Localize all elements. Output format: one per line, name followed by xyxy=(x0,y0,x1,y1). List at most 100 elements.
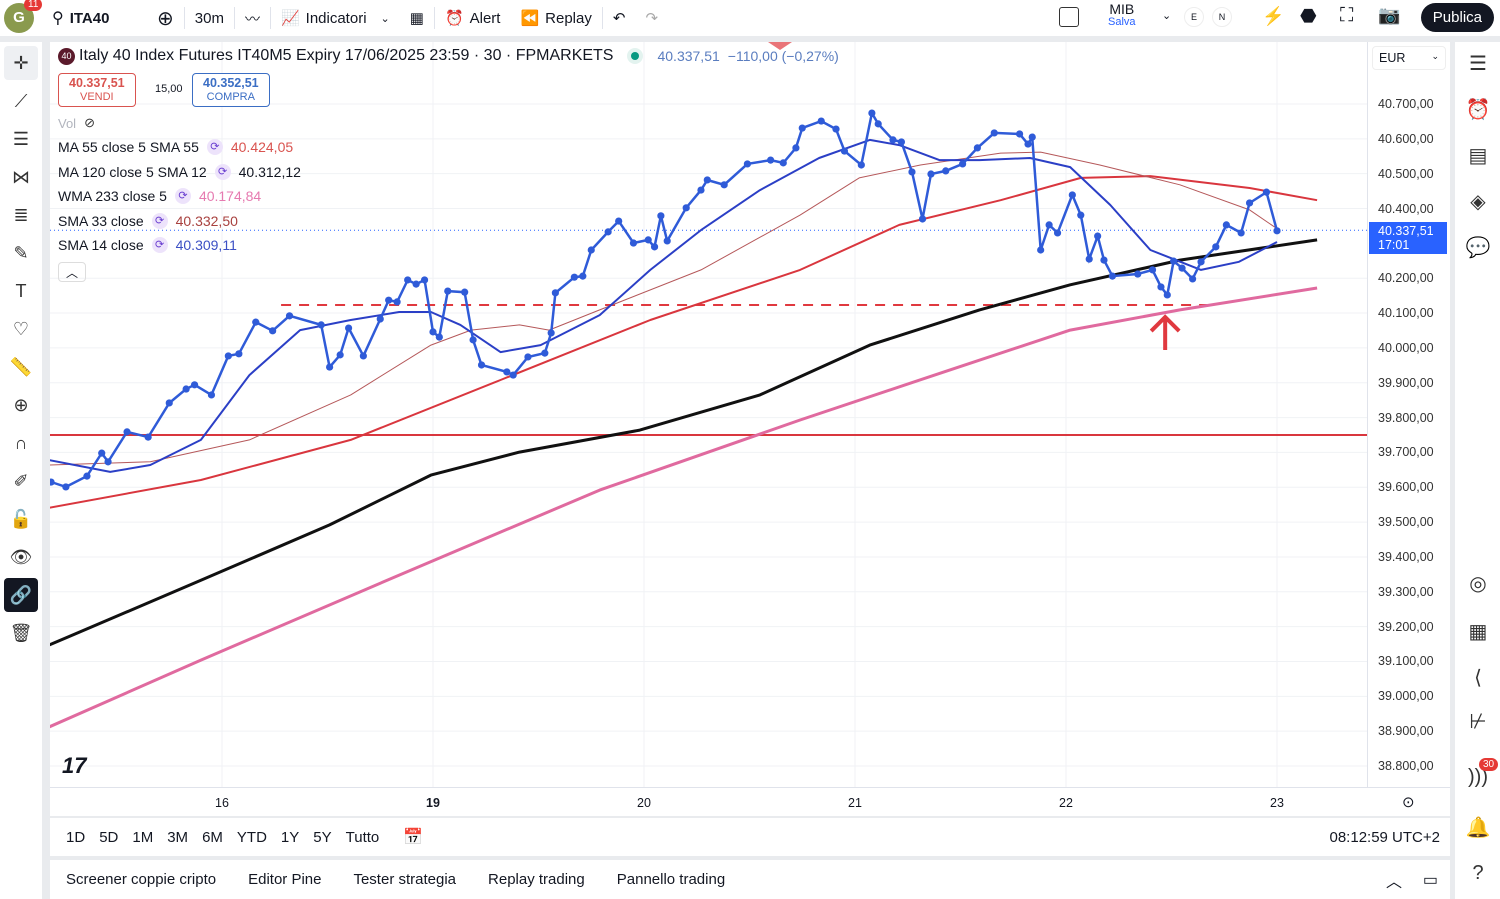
bottom-tab[interactable]: Pannello trading xyxy=(617,871,725,888)
layers-icon[interactable]: ◈ xyxy=(1463,186,1493,216)
layout-menu[interactable]: MIB Salva xyxy=(1108,2,1136,29)
axis-settings-icon[interactable]: ⊙ xyxy=(1402,793,1415,811)
crosshair-tool[interactable]: ✛ xyxy=(4,46,38,80)
lock-icon[interactable]: 🔓 xyxy=(4,502,38,536)
chart-pane[interactable]: 40 Italy 40 Index Futures IT40M5 Expiry … xyxy=(50,42,1367,787)
undo-button[interactable]: ↶ xyxy=(603,0,636,36)
price-point xyxy=(345,324,353,332)
price-point xyxy=(604,228,612,236)
news-plus-icon[interactable]: ▤ xyxy=(1463,140,1493,170)
refresh-icon[interactable]: ⟳ xyxy=(151,237,168,254)
refresh-icon[interactable]: ⟳ xyxy=(214,163,231,180)
strategy-icon[interactable]: ⟨ xyxy=(1463,662,1493,692)
price-axis[interactable]: EUR ⌄ 40.700,00 40.600,00 40.500,00 40.400,0… xyxy=(1367,42,1450,787)
bottom-tab[interactable]: Screener coppie cripto xyxy=(66,871,216,888)
buy-button[interactable]: 40.352,51 COMPRA xyxy=(192,73,270,107)
bottom-tab[interactable]: Replay trading xyxy=(488,871,585,888)
range-ytd[interactable]: YTD xyxy=(237,829,267,846)
quick-search-icon[interactable]: ⚡ xyxy=(1262,6,1284,27)
fullscreen-icon[interactable]: ⛶ xyxy=(1340,5,1353,27)
link-icon[interactable]: 🔗 xyxy=(4,578,38,612)
range-1m[interactable]: 1M xyxy=(132,829,153,846)
calendar-icon[interactable]: ▦ xyxy=(1463,616,1493,646)
time-tick: 19 xyxy=(426,796,440,810)
trash-icon[interactable]: 🗑 xyxy=(4,616,38,650)
replay-button[interactable]: ⏪ Replay xyxy=(510,0,601,36)
collapse-legend-button[interactable]: ︿ xyxy=(58,262,86,282)
buy-price: 40.352,51 xyxy=(203,76,259,90)
goto-date-icon[interactable]: 📅 xyxy=(403,827,423,847)
redo-icon: ↷ xyxy=(645,10,659,27)
indicators-button[interactable]: 📈 Indicatori ⌄ xyxy=(271,0,400,36)
brush-tool[interactable]: ✎ xyxy=(4,236,38,270)
redo-button[interactable]: ↷ xyxy=(635,0,668,36)
chart-type-button[interactable]: 〰 xyxy=(235,0,270,36)
range-6m[interactable]: 6M xyxy=(202,829,223,846)
bell-icon[interactable]: 🔔 xyxy=(1463,812,1493,842)
range-3m[interactable]: 3M xyxy=(167,829,188,846)
indicator-legend-row[interactable]: SMA 14 close ⟳ 40.309,11 xyxy=(58,237,237,254)
currency-select[interactable]: EUR ⌄ xyxy=(1372,46,1446,70)
chat-icon[interactable]: 💬 xyxy=(1463,232,1493,262)
prediction-tool[interactable]: ≣ xyxy=(4,198,38,232)
zoom-in-icon[interactable]: ⊕ xyxy=(4,388,38,422)
e-button[interactable]: E xyxy=(1184,7,1204,27)
refresh-icon[interactable]: ⟳ xyxy=(206,139,223,155)
camera-icon[interactable]: 📷 xyxy=(1378,5,1400,26)
watchlist-icon[interactable]: ☰ xyxy=(1463,48,1493,78)
bottom-tab[interactable]: Editor Pine xyxy=(248,871,321,888)
magnet-icon[interactable]: ∩ xyxy=(4,426,38,460)
refresh-icon[interactable]: ⟳ xyxy=(174,188,191,205)
target-icon[interactable]: ◎ xyxy=(1463,568,1493,598)
eye-off-icon[interactable]: ⊘ xyxy=(84,115,95,131)
pattern-tool[interactable]: ⋈ xyxy=(4,160,38,194)
publish-button[interactable]: Publica xyxy=(1420,3,1494,32)
chevron-down-icon[interactable]: ⌄ xyxy=(1162,9,1171,22)
clock[interactable]: 08:12:59 UTC+2 xyxy=(1330,829,1441,846)
ruler-icon[interactable]: 📏 xyxy=(4,350,38,384)
price-tick: 40.000,00 xyxy=(1378,340,1434,355)
range-1y[interactable]: 1Y xyxy=(281,829,299,846)
templates-button[interactable]: ▦ xyxy=(400,0,434,36)
text-tool[interactable]: T xyxy=(4,274,38,308)
indicators-icon: 📈 xyxy=(280,10,300,27)
trendline-tool[interactable]: ⟋ xyxy=(4,84,38,118)
alert-button[interactable]: ⏰ Alert xyxy=(435,0,511,36)
help-icon[interactable]: ? xyxy=(1463,858,1493,888)
expand-panel-icon[interactable]: ︿ xyxy=(1386,868,1402,892)
symbol-search[interactable]: ⚲ ITA40 xyxy=(42,0,147,36)
stream-icon[interactable]: ))) 30 xyxy=(1463,758,1499,792)
price-point xyxy=(703,176,711,184)
range-1d[interactable]: 1D xyxy=(66,829,85,846)
range-5y[interactable]: 5Y xyxy=(313,829,331,846)
settings-icon[interactable]: ⬣ xyxy=(1300,5,1317,28)
heart-icon[interactable]: ♡ xyxy=(4,312,38,346)
indicator-legend-row[interactable]: WMA 233 close 5 ⟳ 40.174,84 xyxy=(58,188,262,205)
interval-button[interactable]: 30m xyxy=(185,0,234,36)
range-tutto[interactable]: Tutto xyxy=(346,829,380,846)
price-point xyxy=(317,321,325,329)
user-menu[interactable]: G 11 xyxy=(0,0,43,36)
fib-tool[interactable]: ☰ xyxy=(4,122,38,156)
lock-pencil-icon[interactable]: ✐ xyxy=(4,464,38,498)
maximize-panel-icon[interactable]: ▭ xyxy=(1423,870,1438,890)
refresh-icon[interactable]: ⟳ xyxy=(151,212,168,229)
sell-price: 40.337,51 xyxy=(69,76,125,90)
eye-icon[interactable]: 👁 xyxy=(4,540,38,574)
signal-icon[interactable]: ⊬ xyxy=(1463,706,1493,736)
bottom-tab[interactable]: Tester strategia xyxy=(353,871,456,888)
indicator-legend-row[interactable]: MA 55 close 5 SMA 55 ⟳ 40.424,05 xyxy=(58,139,293,155)
layout-toggle[interactable] xyxy=(1059,7,1079,27)
n-button[interactable]: N xyxy=(1212,7,1232,27)
sell-button[interactable]: 40.337,51 VENDI xyxy=(58,73,136,107)
compare-button[interactable]: ⊕ xyxy=(147,0,184,36)
price-point xyxy=(908,168,916,176)
indicator-legend-row[interactable]: MA 120 close 5 SMA 12 ⟳ 40.312,12 xyxy=(58,163,301,180)
chevron-down-icon[interactable]: ⌄ xyxy=(381,12,390,25)
alarm-clock-icon[interactable]: ⏰ xyxy=(1463,94,1493,124)
time-axis[interactable]: 16 19 20 21 22 23 ⊙ xyxy=(50,787,1450,816)
drawing-toolbar: ✛ ⟋ ☰ ⋈ ≣ ✎ T ♡ 📏 ⊕ ∩ ✐ 🔓 👁 🔗 🗑 xyxy=(0,42,42,899)
indicator-legend-row[interactable]: SMA 33 close ⟳ 40.332,50 xyxy=(58,212,238,229)
range-5d[interactable]: 5D xyxy=(99,829,118,846)
indicator-value: 40.174,84 xyxy=(198,188,262,205)
